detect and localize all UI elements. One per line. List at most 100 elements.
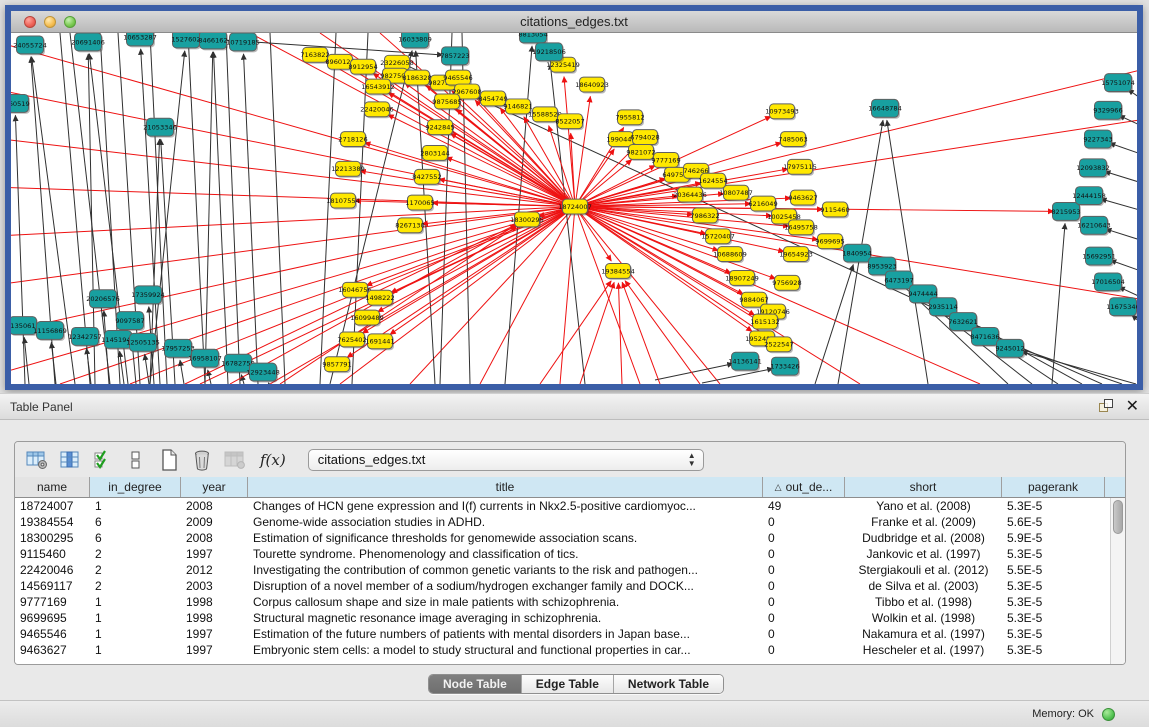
- graph-node[interactable]: 17359924: [131, 286, 165, 305]
- network-table-select[interactable]: citations_edges.txt ▲▼: [308, 449, 704, 471]
- graph-node[interactable]: 1691441: [365, 334, 394, 350]
- graph-node[interactable]: 9699695: [815, 234, 844, 250]
- scrollbar-thumb[interactable]: [1113, 500, 1123, 534]
- graph-node[interactable]: 19654923: [779, 247, 813, 263]
- table-row[interactable]: 946362711997Embryonic stem cells: a mode…: [15, 642, 1125, 658]
- graph-node[interactable]: 9777169: [651, 152, 680, 168]
- graph-node[interactable]: 12444158: [1072, 187, 1106, 206]
- table-settings-button[interactable]: [25, 448, 49, 472]
- graph-node[interactable]: 1498222: [365, 290, 394, 306]
- table-row[interactable]: 2242004622012Investigating the contribut…: [15, 562, 1125, 578]
- graph-node[interactable]: 12505135: [126, 333, 160, 352]
- graph-node[interactable]: 7986322: [690, 208, 719, 224]
- graph-node[interactable]: 12093832: [1076, 159, 1110, 178]
- graph-node[interactable]: 9245012: [995, 339, 1025, 358]
- delete-trash-button[interactable]: [190, 448, 214, 472]
- graph-node[interactable]: 2718126: [338, 132, 367, 148]
- graph-node[interactable]: 12213389: [331, 161, 365, 177]
- graph-node[interactable]: 9227343: [1083, 130, 1113, 149]
- network-view[interactable]: 1830029519384554716382289601288912954232…: [11, 33, 1137, 384]
- graph-node[interactable]: 2522547: [764, 337, 793, 353]
- rows-button[interactable]: [124, 448, 148, 472]
- tab-node-table[interactable]: Node Table: [429, 675, 522, 693]
- graph-node[interactable]: 8466162: [198, 33, 228, 50]
- graph-node[interactable]: 9875685: [432, 94, 461, 110]
- table-row[interactable]: 1872400712008Changes of HCN gene express…: [15, 498, 1125, 514]
- graph-node[interactable]: 20691406: [71, 33, 105, 52]
- table-row[interactable]: 946554611997Estimation of the future num…: [15, 626, 1125, 642]
- graph-node[interactable]: 14136141: [728, 352, 762, 371]
- graph-node[interactable]: 19384554: [601, 264, 635, 280]
- graph-node[interactable]: 11675346: [1106, 298, 1137, 317]
- memory-status-icon[interactable]: [1102, 708, 1115, 721]
- graph-node[interactable]: 8186328: [402, 70, 431, 86]
- graph-node[interactable]: 16033809: [398, 33, 432, 49]
- graph-node[interactable]: 8215953: [1051, 203, 1081, 222]
- graph-node[interactable]: 9097587: [115, 312, 145, 331]
- graph-node[interactable]: 9857791: [322, 357, 351, 373]
- graph-node[interactable]: 12923448: [246, 363, 280, 382]
- select-columns-button[interactable]: [91, 448, 115, 472]
- table-row[interactable]: 911546021997Tourette syndrome. Phenomeno…: [15, 546, 1125, 562]
- graph-node[interactable]: 1170065: [405, 195, 434, 211]
- graph-node[interactable]: 10973493: [765, 104, 799, 120]
- table-row[interactable]: 969969511998Structural magnetic resonanc…: [15, 610, 1125, 626]
- graph-node[interactable]: 7485063: [778, 132, 807, 148]
- graph-node[interactable]: 2803144: [420, 146, 449, 162]
- graph-node[interactable]: 15751074: [1101, 74, 1135, 93]
- graph-node[interactable]: 16648784: [868, 99, 902, 118]
- graph-node[interactable]: 18107554: [326, 193, 360, 209]
- graph-node[interactable]: 10653287: [123, 33, 157, 47]
- graph-node[interactable]: 16495758: [784, 220, 818, 236]
- graph-node[interactable]: 16958107: [188, 349, 222, 368]
- window-titlebar[interactable]: citations_edges.txt: [11, 11, 1137, 33]
- graph-node[interactable]: 21053346: [143, 118, 177, 137]
- vertical-scrollbar[interactable]: [1110, 498, 1125, 665]
- graph-node[interactable]: 24055724: [13, 36, 47, 55]
- column-header-out-de-[interactable]: △out_de...: [763, 477, 845, 497]
- graph-node[interactable]: 12342757: [68, 327, 102, 346]
- tab-network-table[interactable]: Network Table: [614, 675, 723, 693]
- column-visibility-button[interactable]: [58, 448, 82, 472]
- graph-node[interactable]: 1624554: [698, 173, 727, 189]
- column-header-year[interactable]: year: [181, 477, 248, 497]
- graph-node[interactable]: 15720407: [701, 229, 735, 245]
- graph-node[interactable]: 16099489: [350, 310, 384, 326]
- graph-node[interactable]: 9463627: [788, 190, 817, 206]
- tab-edge-table[interactable]: Edge Table: [522, 675, 614, 693]
- graph-node[interactable]: 8912954: [348, 59, 377, 75]
- graph-node[interactable]: 18907249: [725, 270, 759, 286]
- graph-node[interactable]: 17016504: [1091, 273, 1125, 292]
- graph-node[interactable]: 2260519: [11, 94, 30, 113]
- graph-node[interactable]: 15692951: [1082, 247, 1116, 266]
- graph-node[interactable]: 9242845: [425, 120, 454, 136]
- table-row[interactable]: 1938455462009Genome-wide association stu…: [15, 514, 1125, 530]
- table-row[interactable]: 1456911722003Disruption of a novel membe…: [15, 578, 1125, 594]
- column-header-short[interactable]: short: [845, 477, 1002, 497]
- graph-node[interactable]: 16543912: [361, 79, 395, 95]
- column-header-in-degree[interactable]: in_degree: [90, 477, 181, 497]
- close-panel-icon[interactable]: ✕: [1126, 399, 1139, 414]
- graph-node[interactable]: 9329966: [1093, 101, 1123, 120]
- graph-node[interactable]: 1733426: [770, 357, 800, 376]
- graph-node[interactable]: 7625402: [337, 332, 366, 348]
- table-row[interactable]: 977716911998Corpus callosum shape and si…: [15, 594, 1125, 610]
- function-builder-button[interactable]: f(x): [260, 451, 286, 469]
- graph-node[interactable]: 10719185: [226, 33, 260, 52]
- graph-node[interactable]: 11156869: [33, 322, 67, 341]
- float-panel-icon[interactable]: [1099, 399, 1114, 414]
- graph-node[interactable]: 20364436: [673, 187, 707, 203]
- column-header-title[interactable]: title: [248, 477, 763, 497]
- graph-node[interactable]: 22420046: [360, 102, 394, 118]
- graph-node[interactable]: 1527602: [171, 33, 201, 49]
- graph-node[interactable]: 6794028: [630, 130, 659, 146]
- graph-node[interactable]: 20206576: [86, 290, 120, 309]
- graph-node[interactable]: 18640923: [575, 77, 609, 93]
- graph-node[interactable]: 9756928: [772, 275, 801, 291]
- graph-node[interactable]: 19218506: [532, 43, 566, 62]
- graph-node[interactable]: 1615132: [750, 314, 779, 330]
- graph-node[interactable]: 8427552: [412, 169, 441, 185]
- column-header-name[interactable]: name: [15, 477, 90, 497]
- graph-node[interactable]: 17975115: [783, 159, 817, 175]
- graph-node[interactable]: 18724007: [558, 199, 592, 215]
